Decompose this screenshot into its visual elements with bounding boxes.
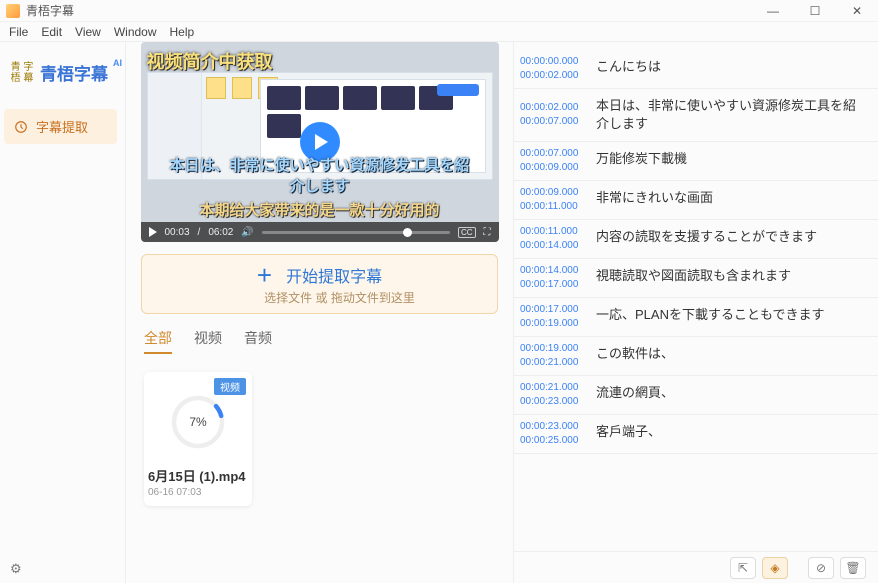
- fullscreen-icon[interactable]: ⛶: [484, 227, 491, 238]
- sidebar: 青 字 梧 幕 青梧字幕 AI 字幕提取 ⚙: [0, 42, 126, 583]
- subtitle-timestamp: 00:00:11.00000:00:14.000: [514, 220, 586, 258]
- progress-percent: 7%: [168, 392, 228, 452]
- media-filename: 6月15日 (1).mp4: [148, 466, 244, 485]
- video-current-time: 00:03: [165, 227, 190, 238]
- titlebar: 青梧字幕 — ☐ ✕: [0, 0, 878, 22]
- tab-video[interactable]: 视频: [194, 328, 222, 354]
- volume-icon[interactable]: 🔊: [241, 227, 253, 238]
- plus-icon: +: [257, 265, 272, 285]
- logo-text: 青梧字幕 AI: [40, 60, 108, 85]
- menu-help[interactable]: Help: [165, 25, 200, 39]
- app-icon: [6, 4, 20, 18]
- video-duration: 06:02: [208, 227, 233, 238]
- video-controls: 00:03 / 06:02 🔊 CC ⛶: [141, 222, 499, 242]
- menubar: File Edit View Window Help: [0, 22, 878, 42]
- subtitle-text[interactable]: 視聴読取や図面読取も含まれます: [586, 259, 878, 297]
- subtitle-text[interactable]: 流連の網頁、: [586, 376, 878, 414]
- subtitle-row[interactable]: 00:00:11.00000:00:14.000内容の読取を支援することができま…: [514, 220, 878, 259]
- subtitle-row[interactable]: 00:00:21.00000:00:23.000流連の網頁、: [514, 376, 878, 415]
- delete-button[interactable]: 🗑: [840, 557, 866, 579]
- subtitle-text[interactable]: この軟件は、: [586, 337, 878, 375]
- subtitle-text[interactable]: こんにちは: [586, 50, 878, 88]
- subtitle-timestamp: 00:00:02.00000:00:07.000: [514, 89, 586, 141]
- media-card[interactable]: 视频 7% 6月15日 (1).mp4 06-16 07:03: [144, 372, 252, 506]
- app-title: 青梧字幕: [26, 2, 74, 19]
- video-player[interactable]: 视频简介中获取 本日は、非常に使いやすい資源修发工具を紹 介します: [141, 42, 499, 242]
- tab-all[interactable]: 全部: [144, 328, 172, 354]
- disable-button[interactable]: ⊘: [808, 557, 834, 579]
- subtitle-row[interactable]: 00:00:00.00000:00:02.000こんにちは: [514, 50, 878, 89]
- subtitle-timestamp: 00:00:23.00000:00:25.000: [514, 415, 586, 453]
- menu-window[interactable]: Window: [109, 25, 162, 39]
- subtitle-list[interactable]: 00:00:00.00000:00:02.000こんにちは00:00:02.00…: [514, 42, 878, 551]
- maximize-button[interactable]: ☐: [794, 0, 836, 22]
- subtitle-row[interactable]: 00:00:02.00000:00:07.000本日は、非常に使いやすい資源修炭…: [514, 89, 878, 142]
- subtitle-text[interactable]: 内容の読取を支援することができます: [586, 220, 878, 258]
- subtitle-timestamp: 00:00:14.00000:00:17.000: [514, 259, 586, 297]
- sync-button[interactable]: ◈: [762, 557, 788, 579]
- extract-subtitle: 选择文件 或 拖动文件到这里: [264, 289, 415, 306]
- sidebar-item-label: 字幕提取: [36, 117, 88, 136]
- sidebar-item-extract[interactable]: 字幕提取: [4, 109, 117, 144]
- subtitle-row[interactable]: 00:00:09.00000:00:11.000非常にきれいな画面: [514, 181, 878, 220]
- seek-bar[interactable]: [262, 231, 450, 234]
- subtitle-timestamp: 00:00:07.00000:00:09.000: [514, 142, 586, 180]
- play-icon[interactable]: [149, 227, 157, 237]
- logo: 青 字 梧 幕 青梧字幕 AI: [4, 60, 125, 85]
- subtitle-text[interactable]: 万能修炭下載機: [586, 142, 878, 180]
- minimize-button[interactable]: —: [752, 0, 794, 22]
- subtitle-row[interactable]: 00:00:07.00000:00:09.000万能修炭下載機: [514, 142, 878, 181]
- extract-dropzone[interactable]: + 开始提取字幕 选择文件 或 拖动文件到这里: [141, 254, 498, 314]
- video-subtitle-cn: 本期给大家带来的是一款十分好用的: [141, 199, 499, 220]
- media-date: 06-16 07:03: [148, 487, 244, 498]
- subtitle-timestamp: 00:00:09.00000:00:11.000: [514, 181, 586, 219]
- close-button[interactable]: ✕: [836, 0, 878, 22]
- menu-view[interactable]: View: [70, 25, 106, 39]
- extract-icon: [14, 120, 28, 134]
- cc-button[interactable]: CC: [458, 227, 476, 238]
- media-tabs: 全部 视频 音频: [126, 328, 513, 360]
- subtitle-text[interactable]: 客戶端子、: [586, 415, 878, 453]
- menu-file[interactable]: File: [4, 25, 33, 39]
- subtitle-row[interactable]: 00:00:23.00000:00:25.000客戶端子、: [514, 415, 878, 454]
- subtitle-row[interactable]: 00:00:17.00000:00:19.000一応、PLANを下載することもで…: [514, 298, 878, 337]
- tab-audio[interactable]: 音频: [244, 328, 272, 354]
- subtitle-timestamp: 00:00:00.00000:00:02.000: [514, 50, 586, 88]
- center-column: 视频简介中获取 本日は、非常に使いやすい資源修发工具を紹 介します: [126, 42, 514, 583]
- subtitle-row[interactable]: 00:00:14.00000:00:17.000視聴読取や図面読取も含まれます: [514, 259, 878, 298]
- subtitle-text[interactable]: 一応、PLANを下載することもできます: [586, 298, 878, 336]
- subtitle-text[interactable]: 本日は、非常に使いやすい資源修炭工具を紹介します: [586, 89, 878, 141]
- export-button[interactable]: ⇱: [730, 557, 756, 579]
- gear-icon: ⚙: [10, 561, 22, 576]
- logo-stamp: 青 字 梧 幕: [10, 62, 34, 84]
- subtitle-timestamp: 00:00:21.00000:00:23.000: [514, 376, 586, 414]
- subtitle-row[interactable]: 00:00:19.00000:00:21.000この軟件は、: [514, 337, 878, 376]
- video-overlay-title: 视频简介中获取: [147, 48, 273, 74]
- subtitle-toolbar: ⇱ ◈ ⊘ 🗑: [514, 551, 878, 583]
- subtitle-timestamp: 00:00:17.00000:00:19.000: [514, 298, 586, 336]
- settings-button[interactable]: ⚙: [10, 561, 22, 577]
- menu-edit[interactable]: Edit: [36, 25, 67, 39]
- subtitle-text[interactable]: 非常にきれいな画面: [586, 181, 878, 219]
- extract-title: 开始提取字幕: [286, 263, 382, 287]
- progress-ring: 7%: [168, 392, 228, 452]
- subtitle-panel: 00:00:00.00000:00:02.000こんにちは00:00:02.00…: [514, 42, 878, 583]
- video-subtitle-jp: 本日は、非常に使いやすい資源修发工具を紹 介します: [141, 154, 499, 196]
- subtitle-timestamp: 00:00:19.00000:00:21.000: [514, 337, 586, 375]
